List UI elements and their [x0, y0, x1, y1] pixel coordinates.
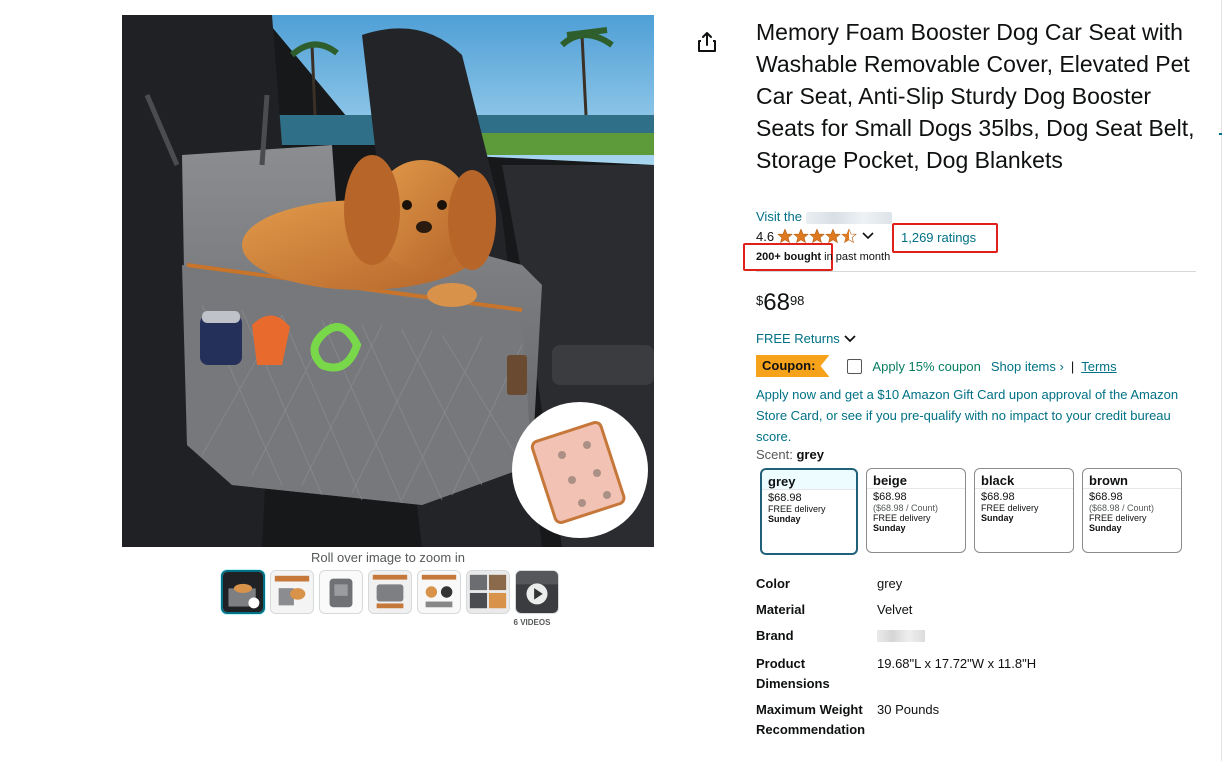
variant-delivery: FREE delivery	[768, 504, 826, 514]
scent-variant-options: grey $68.98 FREE delivery Sunday beige $…	[760, 468, 1182, 555]
spec-value: 19.68"L x 17.72"W x 11.8"H	[877, 656, 1037, 671]
coupon-row: Coupon: Apply 15% coupon Shop items › | …	[756, 355, 1117, 377]
coupon-badge: Coupon:	[756, 355, 830, 377]
spec-value: Velvet	[877, 602, 913, 617]
variant-delivery-day: Sunday	[873, 523, 906, 533]
variant-delivery-day: Sunday	[1089, 523, 1122, 533]
spec-key: Material	[756, 602, 806, 617]
thumbnail-image	[467, 571, 509, 613]
variant-black[interactable]: black $68.98 FREE delivery Sunday	[974, 468, 1074, 553]
thumbnail-4[interactable]	[368, 570, 412, 614]
variant-unit-price: ($68.98 / Count)	[873, 503, 939, 513]
bought-count: 200+ bought	[756, 251, 822, 263]
coupon-separator: |	[1070, 358, 1075, 374]
thumbnail-6[interactable]	[466, 570, 510, 614]
thumbnail-image	[223, 572, 263, 612]
product-title: Memory Foam Booster Dog Car Seat with Wa…	[756, 19, 1195, 173]
variant-name: grey	[762, 470, 856, 490]
bought-period: in past month	[821, 251, 891, 263]
video-count-label: 6 VIDEOS	[513, 618, 551, 627]
store-link[interactable]: Visit the	[756, 209, 892, 224]
terms-link[interactable]: Terms	[1081, 359, 1116, 374]
star-rating[interactable]	[777, 228, 857, 244]
rating-value[interactable]: 4.6	[756, 229, 774, 244]
rating-row: 4.6	[756, 228, 874, 244]
spec-value: grey	[877, 576, 903, 591]
thumbnail-2[interactable]	[270, 570, 314, 614]
zoom-hint: Roll over image to zoom in	[311, 550, 465, 565]
spec-row-max-weight: Maximum Weight Recommendation 30 Pounds	[756, 700, 1036, 740]
variant-beige[interactable]: beige $68.98 ($68.98 / Count) FREE deliv…	[866, 468, 966, 553]
main-product-image[interactable]	[122, 15, 654, 547]
spec-key: Maximum Weight Recommendation	[756, 702, 866, 737]
variant-price: $68.98	[1089, 491, 1123, 503]
ratings-count-link[interactable]: 1,269 ratings	[901, 230, 976, 245]
scent-selected-value: grey	[796, 447, 824, 462]
variant-name: beige	[867, 469, 965, 489]
section-divider	[756, 271, 1196, 272]
star-full-icon	[825, 228, 841, 244]
variant-brown[interactable]: brown $68.98 ($68.98 / Count) FREE deliv…	[1082, 468, 1182, 553]
spec-row-dimensions: Product Dimensions 19.68"L x 17.72"W x 1…	[756, 654, 1036, 694]
thumbnail-strip	[221, 570, 559, 614]
variant-price: $68.98	[768, 492, 802, 504]
page-scrollbar[interactable]	[1221, 0, 1222, 761]
spec-key: Product Dimensions	[756, 656, 830, 691]
price-symbol: $	[756, 293, 764, 308]
scroll-position-marker	[1219, 133, 1222, 135]
coupon-checkbox[interactable]	[847, 358, 863, 374]
thumbnail-image	[271, 571, 313, 613]
scent-label-text: Scent:	[756, 447, 797, 462]
store-card-promo-link[interactable]: Apply now and get a $10 Amazon Gift Card…	[756, 384, 1196, 447]
star-full-icon	[809, 228, 825, 244]
play-video-icon	[516, 571, 558, 613]
spec-value	[877, 626, 925, 648]
product-specs-table: Color grey Material Velvet Brand Product…	[756, 574, 1036, 746]
price: $ 68 98	[756, 290, 804, 316]
product-photo	[122, 15, 654, 547]
variant-price: $68.98	[981, 491, 1015, 503]
thumbnail-image	[418, 571, 460, 613]
thumbnail-image	[320, 571, 362, 613]
spec-row-material: Material Velvet	[756, 600, 1036, 620]
free-returns-label: FREE Returns	[756, 331, 840, 346]
variant-delivery: FREE delivery	[1089, 513, 1147, 523]
thumbnail-image	[369, 571, 411, 613]
variant-delivery: FREE delivery	[873, 513, 931, 523]
spec-row-color: Color grey	[756, 574, 1036, 594]
variant-grey[interactable]: grey $68.98 FREE delivery Sunday	[760, 468, 858, 555]
video-thumbnail[interactable]	[515, 570, 559, 614]
variant-delivery-day: Sunday	[981, 513, 1014, 523]
price-whole: 68	[763, 289, 790, 316]
spec-value: 30 Pounds	[877, 702, 940, 717]
chevron-down-icon[interactable]	[862, 232, 874, 240]
variant-name: brown	[1083, 469, 1181, 489]
chevron-down-icon	[844, 334, 856, 342]
store-link-text: Visit the	[756, 209, 806, 224]
spec-key: Color	[756, 576, 790, 591]
thumbnail-3[interactable]	[319, 570, 363, 614]
star-full-icon	[777, 228, 793, 244]
thumbnail-5[interactable]	[417, 570, 461, 614]
variant-unit-price: ($68.98 / Count)	[1089, 503, 1155, 513]
bought-in-past-month: 200+ bought in past month	[756, 251, 890, 263]
star-half-icon	[841, 228, 857, 244]
apply-coupon-label[interactable]: Apply 15% coupon	[872, 359, 980, 374]
variant-delivery-day: Sunday	[768, 514, 801, 524]
thumbnail-1[interactable]	[221, 570, 265, 614]
spec-key: Brand	[756, 628, 794, 643]
star-full-icon	[793, 228, 809, 244]
share-icon[interactable]	[697, 31, 717, 53]
free-returns-link[interactable]: FREE Returns	[756, 331, 856, 346]
price-fraction: 98	[789, 293, 805, 308]
shop-items-link[interactable]: Shop items ›	[991, 359, 1064, 374]
brand-name-redacted	[877, 630, 925, 642]
variant-name: black	[975, 469, 1073, 489]
variant-price: $68.98	[873, 491, 907, 503]
scent-label: Scent: grey	[756, 447, 824, 462]
spec-row-brand: Brand	[756, 626, 1036, 648]
variant-delivery: FREE delivery	[981, 503, 1039, 513]
store-name-redacted	[805, 211, 892, 224]
